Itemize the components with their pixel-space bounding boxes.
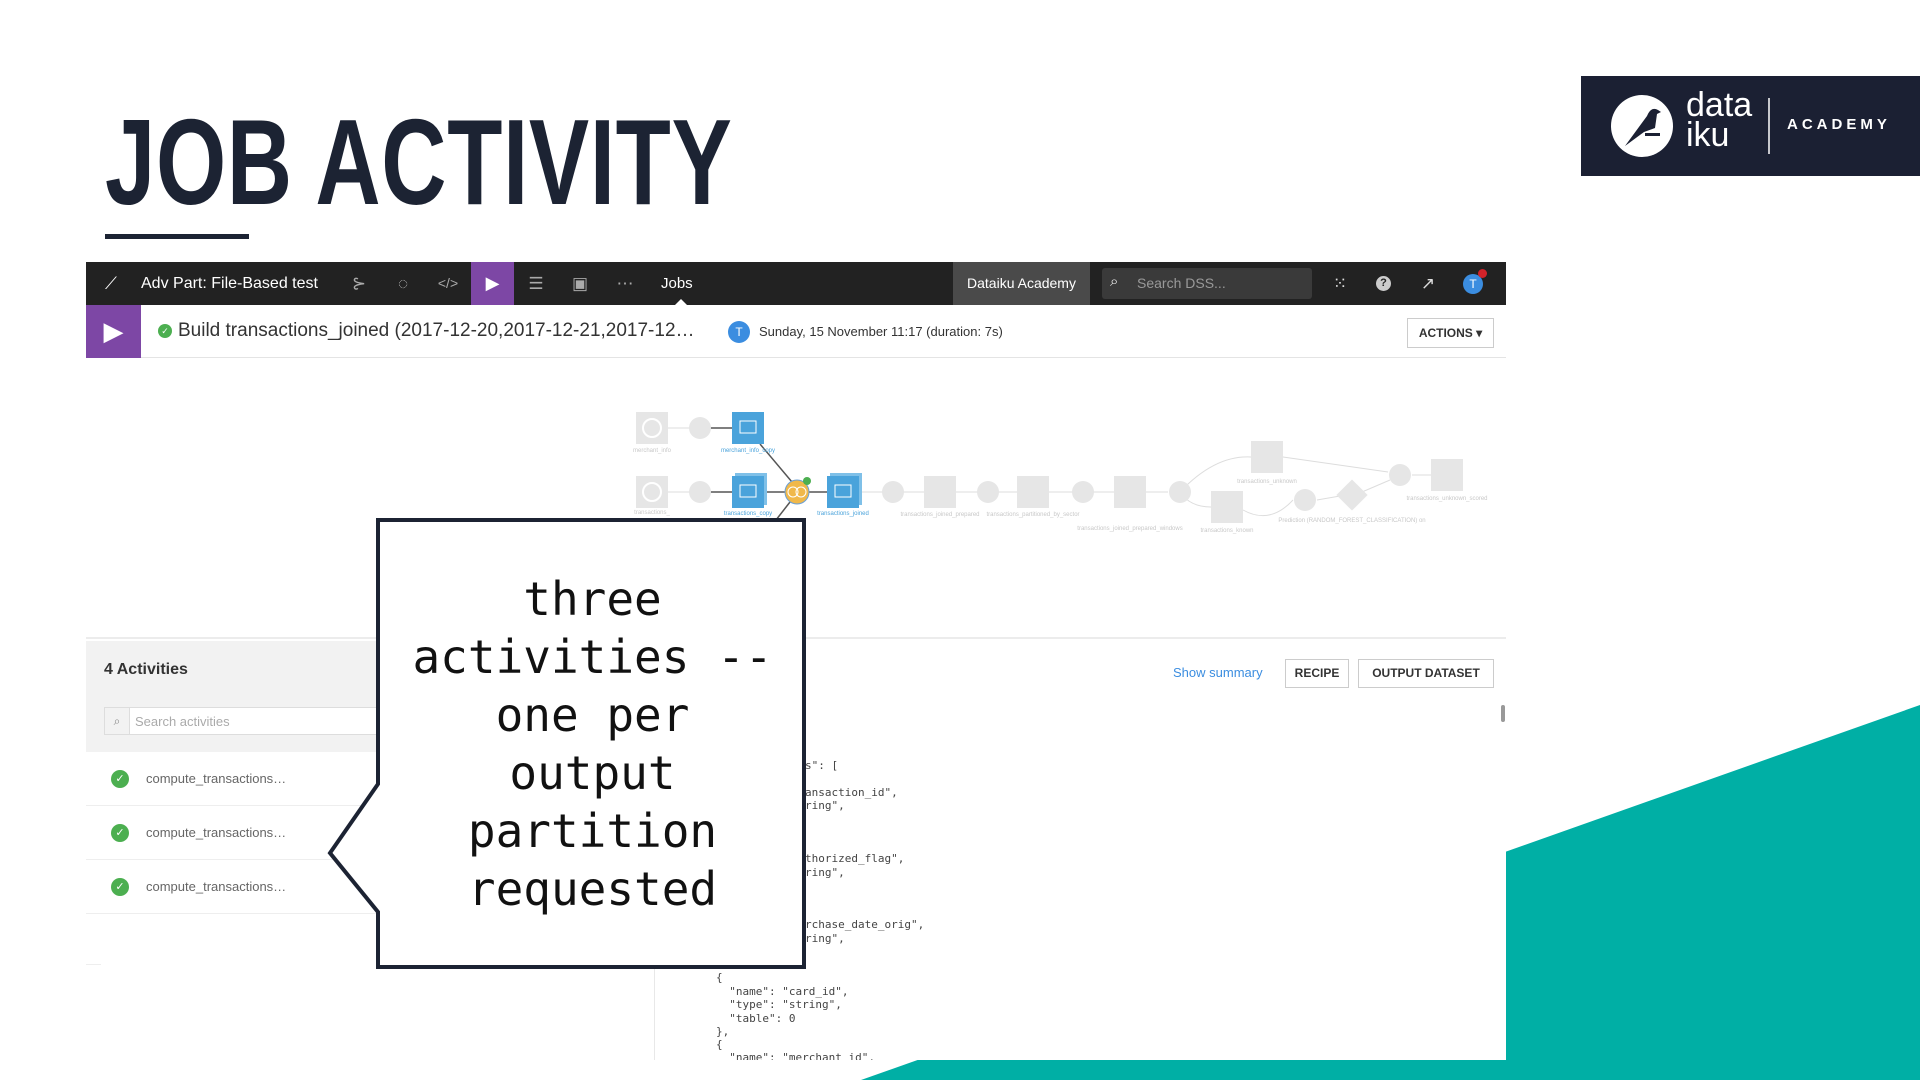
callout-line: one per [495, 688, 690, 742]
callout-line: output [509, 746, 676, 800]
callout-line: requested [467, 862, 718, 916]
callout-line: three [523, 572, 662, 626]
callout-line: activities -- [412, 630, 773, 684]
callout-bubble [327, 518, 806, 969]
callout-line: partition [467, 804, 718, 858]
